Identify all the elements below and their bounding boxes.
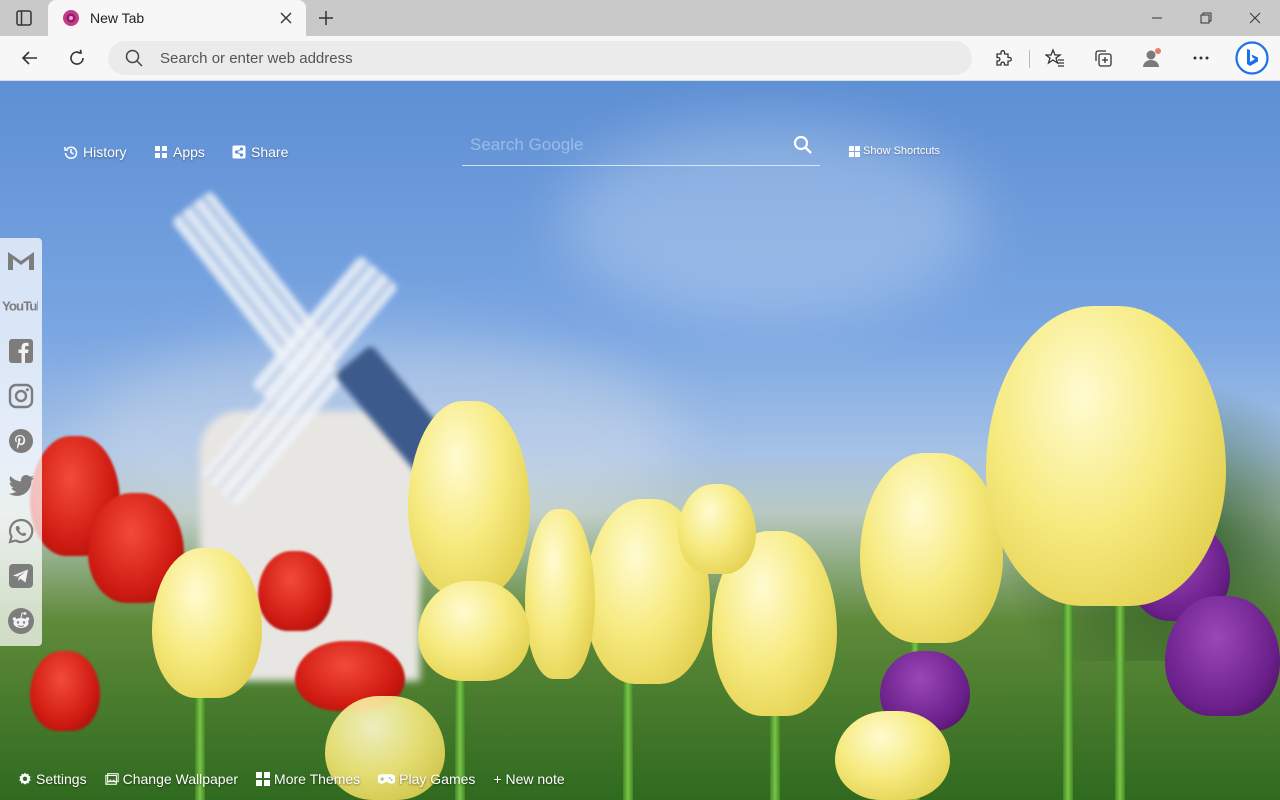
plus-icon [319, 11, 333, 25]
refresh-button[interactable] [61, 42, 93, 74]
settings-label: Settings [36, 771, 87, 787]
new-tab-page: History Apps Share Show Shortcuts YouTub… [0, 81, 1280, 800]
minimize-button[interactable] [1133, 0, 1181, 36]
tab-title: New Tab [90, 10, 145, 26]
play-games-link[interactable]: Play Games [378, 771, 475, 787]
facebook-link[interactable] [5, 335, 37, 367]
toolbar-divider [1029, 50, 1030, 68]
favorites-button[interactable] [1039, 42, 1071, 74]
new-note-label: + New note [493, 771, 565, 787]
image-icon [104, 773, 119, 785]
browser-toolbar [0, 36, 1280, 81]
pinterest-icon [9, 429, 33, 453]
search-icon[interactable] [792, 134, 814, 156]
gmail-link[interactable] [5, 244, 37, 276]
history-icon [64, 146, 78, 159]
telegram-link[interactable] [5, 560, 37, 592]
active-tab[interactable]: New Tab [48, 0, 306, 36]
apps-grid-icon [155, 146, 167, 158]
telegram-icon [9, 564, 33, 588]
more-menu-button[interactable] [1185, 42, 1217, 74]
close-window-button[interactable] [1231, 0, 1279, 36]
share-link[interactable]: Share [232, 142, 288, 162]
ellipsis-icon [1193, 56, 1209, 60]
collections-button[interactable] [1087, 42, 1119, 74]
address-input[interactable] [158, 48, 972, 68]
facebook-icon [9, 339, 33, 363]
puzzle-icon [996, 50, 1012, 66]
favorites-star-icon [1045, 48, 1064, 67]
share-icon [232, 145, 246, 159]
shortcuts-grid-icon [849, 145, 860, 157]
more-themes-link[interactable]: More Themes [256, 771, 360, 787]
new-tab-button[interactable] [314, 6, 338, 30]
show-shortcuts-button[interactable]: Show Shortcuts [849, 145, 940, 157]
close-window-icon [1249, 12, 1261, 24]
twitter-icon [8, 475, 34, 496]
change-wallpaper-link[interactable]: Change Wallpaper [104, 771, 239, 787]
profile-avatar-icon [1143, 48, 1161, 67]
profile-button[interactable] [1136, 42, 1168, 74]
whatsapp-link[interactable] [5, 515, 37, 547]
youtube-icon: YouTube [2, 299, 38, 314]
show-shortcuts-label: Show Shortcuts [863, 145, 941, 157]
apps-link[interactable]: Apps [154, 142, 205, 162]
whatsapp-icon [8, 518, 34, 544]
reddit-link[interactable] [5, 605, 37, 637]
bing-copilot-button[interactable] [1234, 40, 1270, 76]
minimize-icon [1152, 17, 1162, 19]
restore-button[interactable] [1182, 0, 1230, 36]
address-bar[interactable] [108, 41, 972, 75]
history-label: History [83, 144, 127, 160]
google-search-input[interactable] [462, 134, 792, 156]
share-label: Share [251, 144, 289, 160]
wallpaper [0, 81, 1280, 800]
back-button[interactable] [14, 42, 46, 74]
collections-icon [1095, 50, 1112, 67]
social-sidebar: YouTube [0, 238, 42, 646]
refresh-icon [70, 49, 84, 65]
google-search-box [462, 125, 820, 166]
reddit-icon [8, 608, 34, 634]
pinterest-link[interactable] [5, 425, 37, 457]
tab-actions-button[interactable] [10, 6, 38, 30]
search-icon [125, 49, 143, 67]
history-link[interactable]: History [64, 142, 127, 162]
back-arrow-icon [21, 51, 37, 65]
apps-label: Apps [173, 144, 205, 160]
new-note-link[interactable]: + New note [493, 771, 564, 787]
instagram-icon [8, 383, 34, 409]
gmail-icon [8, 252, 34, 270]
extensions-button[interactable] [987, 42, 1019, 74]
more-themes-label: More Themes [274, 771, 361, 787]
play-games-label: Play Games [399, 771, 476, 787]
gear-icon [19, 772, 31, 785]
youtube-link[interactable]: YouTube [2, 290, 38, 322]
tab-strip: New Tab [0, 0, 1280, 36]
bottom-toolbar: Settings Change Wallpaper More Themes Pl… [0, 763, 565, 795]
themes-grid-icon [256, 772, 271, 786]
bing-icon [1235, 41, 1269, 75]
tab-actions-icon [16, 10, 32, 26]
instagram-link[interactable] [5, 380, 37, 412]
tab-close-button[interactable] [276, 8, 296, 28]
gamepad-icon [378, 774, 396, 784]
settings-link[interactable]: Settings [18, 771, 87, 787]
close-icon [280, 12, 292, 24]
youtube-logo-text: YouTube [2, 299, 38, 314]
restore-icon [1200, 12, 1212, 24]
change-wallpaper-label: Change Wallpaper [122, 771, 239, 787]
tab-favicon-icon [63, 10, 79, 26]
twitter-link[interactable] [5, 470, 37, 502]
